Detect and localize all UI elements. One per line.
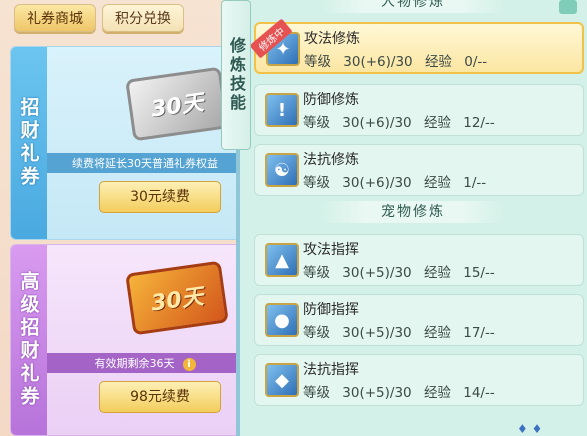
skill-row[interactable]: ● 防御指挥 等级 30(+5)/30 经验 17/-- — [254, 294, 584, 346]
coupon-card-title: 高级招财礼券 — [11, 245, 47, 435]
skill-name: 法抗修炼 — [303, 152, 359, 168]
coupon-card-title: 招财礼券 — [11, 47, 47, 239]
edit-icon[interactable] — [559, 0, 577, 14]
coupon-ticket-image: 30天 — [125, 66, 229, 142]
info-icon[interactable]: i — [182, 358, 196, 371]
exp-value: 12/-- — [463, 115, 495, 131]
skill-row[interactable]: ▲ 攻法指挥 等级 30(+5)/30 经验 15/-- — [254, 234, 584, 286]
level-label: 等级 — [303, 175, 330, 191]
level-label: 等级 — [303, 325, 330, 341]
coupon-card-basic: 招财礼券 30天 续费将延长30天普通礼券权益 30元续费 — [10, 46, 242, 240]
exp-value: 0/-- — [464, 54, 488, 70]
skill-stats: 等级 30(+5)/30 经验 14/-- — [303, 381, 503, 401]
renew-button-30[interactable]: 30元续费 — [99, 181, 221, 213]
skill-row[interactable]: ! 防御修炼 等级 30(+6)/30 经验 12/-- — [254, 84, 584, 136]
section-title-pet: 宠物修炼 — [320, 201, 506, 223]
exp-value: 14/-- — [463, 385, 495, 401]
decoration-icon: ♦ ♦ — [517, 422, 543, 436]
shop-panel: 礼券商城 积分兑换 招财礼券 30天 续费将延长30天普通礼券权益 30元续费 … — [0, 0, 242, 436]
skill-row[interactable]: ✦ 修炼中 攻法修炼 等级 30(+6)/30 经验 0/-- — [249, 18, 584, 74]
shop-tabs: 礼券商城 积分兑换 — [14, 4, 184, 32]
level-value: 30(+6)/30 — [342, 175, 412, 191]
exp-label: 经验 — [423, 265, 451, 281]
coupon-card-premium: 高级招财礼券 30天 有效期剩余36天 i 98元续费 — [10, 244, 242, 436]
level-label: 等级 — [304, 54, 331, 70]
skill-stats: 等级 30(+6)/30 经验 12/-- — [303, 111, 503, 131]
skill-stats: 等级 30(+5)/30 经验 15/-- — [303, 261, 503, 281]
exp-value: 17/-- — [463, 325, 495, 341]
skill-row[interactable]: ☯ 法抗修炼 等级 30(+6)/30 经验 1/-- — [254, 144, 584, 196]
pet-resist-icon: ◆ — [265, 363, 299, 397]
exp-label: 经验 — [423, 385, 451, 401]
skill-name: 防御指挥 — [303, 302, 359, 318]
tab-points-exchange[interactable]: 积分兑换 — [102, 4, 184, 32]
skill-stats: 等级 30(+6)/30 经验 1/-- — [303, 171, 494, 191]
exp-label: 经验 — [424, 54, 452, 70]
skill-name: 法抗指挥 — [303, 362, 359, 378]
skill-name: 防御修炼 — [303, 92, 359, 108]
exp-label: 经验 — [423, 325, 451, 341]
skill-name: 攻法指挥 — [303, 242, 359, 258]
coupon-ticket-image: 30天 — [125, 260, 229, 336]
level-label: 等级 — [303, 265, 330, 281]
level-label: 等级 — [303, 385, 330, 401]
cultivation-skills-ribbon: 修炼技能 — [221, 0, 251, 150]
exp-value: 1/-- — [463, 175, 487, 191]
exp-label: 经验 — [423, 115, 451, 131]
resist-magic-icon: ☯ — [265, 153, 299, 187]
skill-name: 攻法修炼 — [304, 31, 360, 47]
coupon-note: 续费将延长30天普通礼券权益 — [47, 153, 241, 173]
skill-stats: 等级 30(+6)/30 经验 0/-- — [304, 50, 495, 70]
exp-label: 经验 — [423, 175, 451, 191]
cultivation-panel: 人物修炼 ✦ 修炼中 攻法修炼 等级 30(+6)/30 经验 0/-- ! 防… — [240, 0, 587, 436]
level-value: 30(+6)/30 — [342, 115, 412, 131]
level-label: 等级 — [303, 115, 330, 131]
exp-value: 15/-- — [463, 265, 495, 281]
level-value: 30(+6)/30 — [343, 54, 413, 70]
coupon-note: 有效期剩余36天 i — [47, 353, 241, 373]
section-title-character: 人物修炼 — [320, 0, 506, 13]
pet-defense-icon: ● — [265, 303, 299, 337]
coupon-note-text: 有效期剩余36天 — [94, 357, 175, 370]
level-value: 30(+5)/30 — [342, 325, 412, 341]
level-value: 30(+5)/30 — [342, 265, 412, 281]
renew-button-98[interactable]: 98元续费 — [99, 381, 221, 413]
skill-stats: 等级 30(+5)/30 经验 17/-- — [303, 321, 503, 341]
pet-attack-icon: ▲ — [265, 243, 299, 277]
level-value: 30(+5)/30 — [342, 385, 412, 401]
tab-coupon-shop[interactable]: 礼券商城 — [14, 4, 96, 32]
skill-row[interactable]: ◆ 法抗指挥 等级 30(+5)/30 经验 14/-- — [254, 354, 584, 406]
defense-icon: ! — [265, 93, 299, 127]
ribbon-label: 修炼技能 — [227, 37, 246, 113]
